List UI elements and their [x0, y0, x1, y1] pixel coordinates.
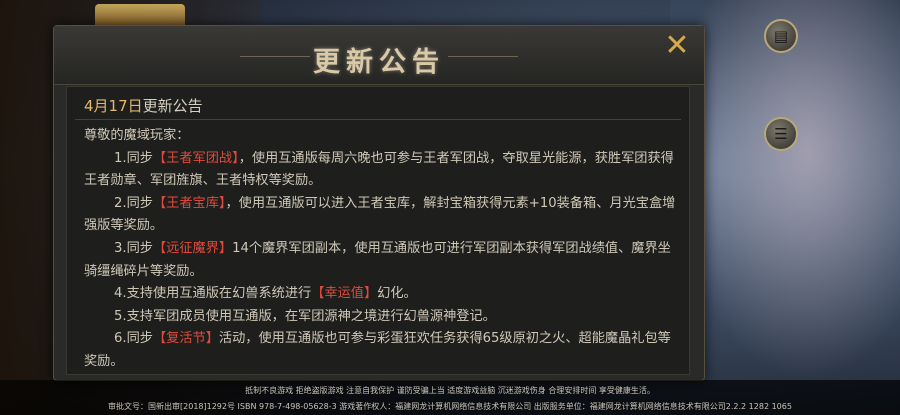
divider [75, 119, 681, 120]
list-item: 1.同步【王者军团战】，使用互通版每周六晚也可参与王者军团战，夺取星光能源，获胜… [84, 150, 674, 189]
document-icon[interactable]: ▤ [764, 19, 798, 53]
highlight-text: 【幸运值】 [311, 286, 378, 302]
list-item: 5.支持军团成员使用互通版，在军团源神之境进行幻兽源神登记。 [114, 308, 496, 324]
announcement-content: 4月17日更新公告 尊敬的魔域玩家： 1.同步【王者军团战】，使用互通版每周六晚… [66, 86, 690, 375]
announcement-title: 4月17日更新公告 [84, 95, 203, 116]
list-item: 2.同步【王者宝库】，使用互通版可以进入王者宝库，解封宝箱获得元素+10装备箱、… [84, 195, 676, 234]
footer-bar: 抵制不良游戏 拒绝盗版游戏 注意自我保护 谨防受骗上当 适度游戏益脑 沉迷游戏伤… [0, 380, 900, 415]
greeting: 尊敬的魔域玩家： [84, 128, 190, 143]
highlight-text: 【复活节】 [152, 331, 219, 347]
highlight-text: 【远征魔界】 [152, 240, 233, 256]
title-ornament-right [448, 56, 518, 57]
notes-icon[interactable]: ☰ [764, 117, 798, 151]
highlight-text: 【王者军团战】 [152, 150, 239, 166]
announcement-body: 尊敬的魔域玩家： 1.同步【王者军团战】，使用互通版每周六晚也可参与王者军团战，… [84, 125, 679, 374]
list-item: 4.支持使用互通版在幻兽系统进行【幸运值】幻化。 [114, 286, 417, 302]
list-item: 3.同步【远征魔界】14个魔界军团副本，使用互通版也可进行军团副本获得军团战绩值… [84, 240, 671, 279]
close-icon[interactable]: ✕ [662, 31, 692, 61]
announcement-date: 4月17日 [84, 97, 143, 115]
highlight-text: 【王者宝库】 [152, 195, 226, 211]
license-info: 审批文号：国新出审[2018]1292号 ISBN 978-7-498-0562… [108, 402, 792, 411]
dialog-title: 更新公告 [313, 47, 445, 78]
list-item: 6.同步【复活节】活动，使用互通版也可参与彩蛋狂欢任务获得65级原初之火、超能魔… [84, 331, 671, 369]
health-notice: 抵制不良游戏 拒绝盗版游戏 注意自我保护 谨防受骗上当 适度游戏益脑 沉迷游戏伤… [245, 386, 655, 395]
dialog-title-bar: 更新公告 ✕ [54, 26, 704, 85]
announcement-title-suffix: 更新公告 [142, 97, 203, 115]
announcement-dialog: 更新公告 ✕ 4月17日更新公告 尊敬的魔域玩家： 1.同步【王者军团战】，使用… [53, 25, 705, 381]
